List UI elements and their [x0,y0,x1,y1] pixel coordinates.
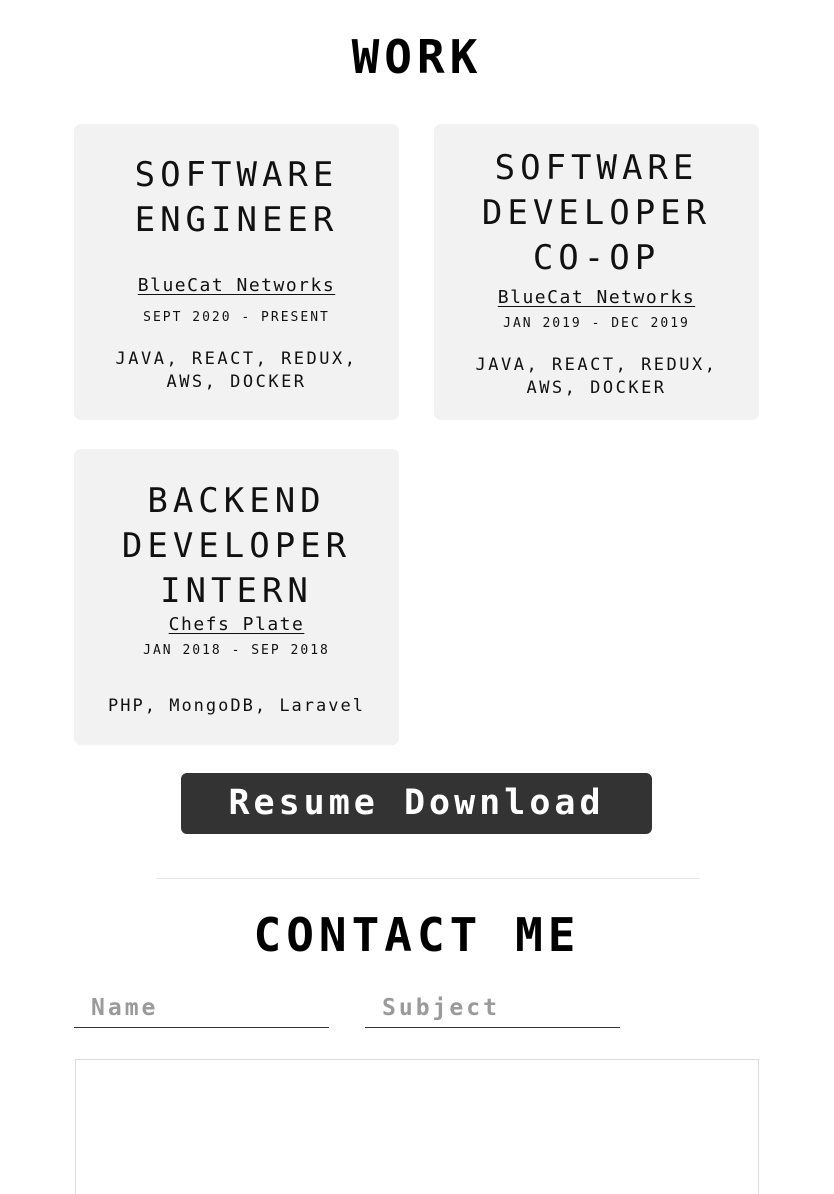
contact-section-title: CONTACT ME [253,908,581,962]
job-tech-stack: JAVA, REACT, REDUX, AWS, DOCKER [74,348,399,394]
job-tech-stack: PHP, MongoDB, Laravel [74,695,399,718]
job-title-line: CO-OP [532,238,661,278]
job-title-line: INTERN [160,571,313,611]
section-divider [156,878,700,879]
company-link[interactable]: BlueCat Networks [434,287,759,308]
job-title-line: DEVELOPER [121,526,352,566]
job-title: SOFTWARE ENGINEER [74,153,399,243]
tech-line: AWS, DOCKER [526,378,667,398]
job-title: SOFTWARE DEVELOPER CO-OP [434,146,759,281]
job-title-line: DEVELOPER [481,193,712,233]
tech-line: PHP, MongoDB, Laravel [108,696,365,716]
job-card-software-engineer: SOFTWARE ENGINEER BlueCat Networks SEPT … [74,124,399,420]
subject-input[interactable] [365,988,620,1028]
job-title-line: ENGINEER [134,200,339,240]
tech-line: JAVA, REACT, REDUX, [115,349,358,369]
work-section-title: WORK [351,30,483,84]
job-card-backend-developer-intern: BACKEND DEVELOPER INTERN Chefs Plate JAN… [74,449,399,745]
job-dates: JAN 2018 - SEP 2018 [143,643,330,658]
job-title: BACKEND DEVELOPER INTERN [74,479,399,614]
tech-line: JAVA, REACT, REDUX, [475,355,718,375]
job-title-line: BACKEND [147,481,326,521]
resume-download-button[interactable]: Resume Download [181,773,652,834]
tech-line: AWS, DOCKER [166,372,307,392]
name-input[interactable] [74,988,329,1028]
message-textarea[interactable] [75,1059,759,1194]
company-link[interactable]: BlueCat Networks [74,275,399,296]
page: WORK SOFTWARE ENGINEER BlueCat Networks … [0,0,834,1194]
job-card-software-developer-coop: SOFTWARE DEVELOPER CO-OP BlueCat Network… [434,124,759,420]
job-dates: JAN 2019 - DEC 2019 [503,316,690,331]
job-title-line: SOFTWARE [494,148,699,188]
job-title-line: SOFTWARE [134,155,339,195]
job-dates: SEPT 2020 - PRESENT [143,310,330,325]
job-tech-stack: JAVA, REACT, REDUX, AWS, DOCKER [434,354,759,400]
company-link[interactable]: Chefs Plate [74,614,399,635]
